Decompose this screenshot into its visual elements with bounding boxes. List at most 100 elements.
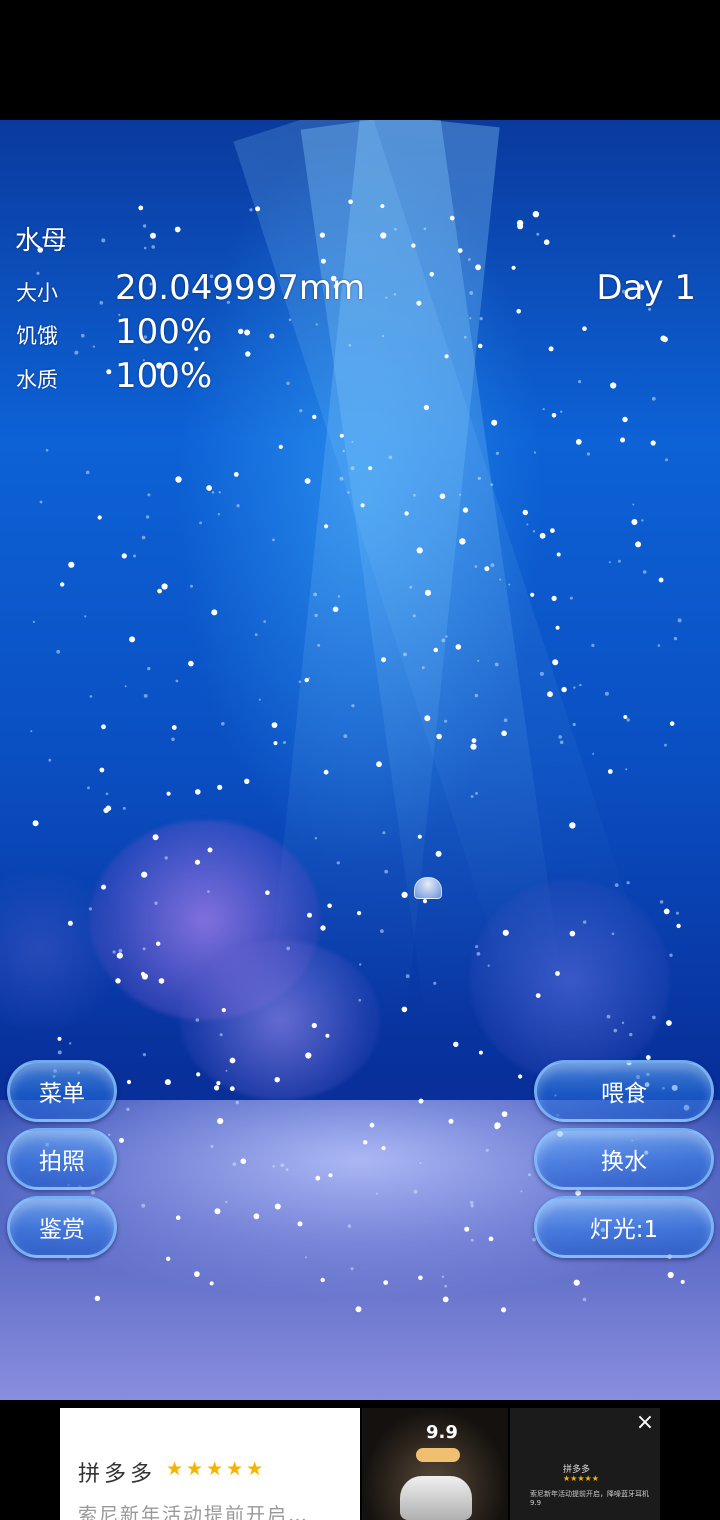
hunger-label: 饥饿 — [16, 324, 58, 348]
bubble-particle — [659, 900, 664, 904]
coral-right — [470, 880, 670, 1080]
bubble-particle — [147, 493, 151, 497]
bubble-particle — [625, 768, 628, 771]
bubble-particle — [69, 1042, 72, 1045]
bubble-particle — [532, 211, 540, 218]
menu-button[interactable]: 菜单 — [7, 1060, 117, 1122]
bubble-particle — [658, 577, 664, 583]
bubble-particle — [516, 309, 521, 314]
aquarium-scene[interactable]: 水母 大小 20.049997mm 饥饿 100% 水质 100% Day 1 … — [0, 120, 720, 1400]
bubble-particle — [85, 470, 90, 475]
bubble-particle — [312, 414, 317, 420]
bubble-particle — [99, 767, 105, 773]
bubble-particle — [271, 722, 278, 728]
ad-side-stars: ★★★★★ — [563, 1474, 599, 1483]
bubble-particle — [676, 911, 679, 915]
bubble-particle — [518, 1074, 523, 1079]
photo-button[interactable]: 拍照 — [7, 1128, 117, 1190]
bubble-particle — [663, 908, 670, 915]
bubble-particle — [138, 205, 144, 211]
bubble-particle — [151, 245, 155, 249]
bubble-particle — [304, 478, 311, 484]
bubble-particle — [141, 535, 146, 540]
bubble-particle — [552, 659, 559, 666]
bubble-particle — [626, 881, 630, 885]
bubble-particle — [530, 592, 535, 597]
change-water-button[interactable]: 换水 — [534, 1128, 714, 1190]
bubble-particle — [48, 758, 52, 762]
bubble-particle — [551, 413, 557, 418]
bubble-particle — [517, 223, 524, 230]
bubble-particle — [548, 346, 554, 352]
jellyfish[interactable] — [414, 877, 442, 899]
bubble-particle — [87, 786, 90, 790]
bubble-particle — [550, 528, 555, 533]
ad-product-image[interactable]: 9.9 — [362, 1408, 508, 1520]
ad-card[interactable]: 拼多多 ★★★★★ 索尼新年活动提前开启… — [60, 1408, 360, 1520]
bubble-particle — [190, 584, 193, 588]
ad-description: 索尼新年活动提前开启… — [78, 1504, 310, 1520]
size-value: 20.049997mm — [115, 268, 366, 308]
bubble-particle — [92, 345, 95, 348]
bubble-particle — [635, 541, 642, 548]
bubble-particle — [542, 408, 545, 411]
bubble-particle — [286, 381, 290, 385]
hunger-value: 100% — [115, 312, 213, 352]
bubble-particle — [121, 553, 127, 559]
close-icon[interactable]: × — [632, 1410, 658, 1436]
bubble-particle — [650, 440, 656, 446]
bubble-particle — [572, 722, 576, 727]
water-quality-value: 100% — [115, 356, 213, 396]
bubble-particle — [561, 686, 567, 693]
bubble-particle — [511, 265, 516, 270]
bubble-particle — [278, 444, 283, 449]
light-button[interactable]: 灯光:1 — [534, 1196, 714, 1258]
bubble-particle — [642, 570, 647, 574]
bubble-particle — [166, 791, 171, 796]
bubble-particle — [532, 530, 536, 533]
ad-buy-pill — [416, 1448, 460, 1462]
bubble-particle — [195, 789, 201, 795]
bubble-particle — [233, 472, 239, 477]
appreciate-button[interactable]: 鉴赏 — [7, 1196, 117, 1258]
bubble-particle — [68, 561, 75, 568]
bubble-particle — [641, 519, 644, 522]
bubble-particle — [133, 554, 136, 558]
bubble-particle — [620, 437, 626, 443]
bubble-particle — [269, 333, 275, 339]
bubble-particle — [150, 232, 156, 239]
bubble-particle — [665, 458, 668, 462]
bubble-particle — [579, 683, 582, 687]
bubble-particle — [591, 643, 595, 648]
bubble-particle — [622, 416, 628, 423]
bubble-particle — [74, 350, 79, 355]
bubble-particle — [660, 335, 667, 342]
bubble-particle — [101, 238, 106, 243]
bubble-particle — [516, 219, 524, 227]
feed-button[interactable]: 喂食 — [534, 1060, 714, 1122]
bubble-particle — [97, 515, 102, 520]
bubble-particle — [129, 636, 136, 643]
status-bar — [0, 0, 720, 120]
ad-banner[interactable]: 拼多多 ★★★★★ 索尼新年活动提前开启… 9.9 拼多多 ★★★★★ 索尼新年… — [0, 1400, 720, 1520]
bubble-particle — [238, 328, 244, 335]
bubble-particle — [657, 644, 661, 647]
bubble-particle — [199, 521, 203, 525]
bubble-particle — [254, 633, 258, 637]
ad-side-text: 索尼新年活动提前开启，降噪蓝牙耳机9.9 — [530, 1490, 649, 1507]
bubble-particle — [103, 807, 109, 814]
bubble-particle — [453, 1041, 459, 1047]
bubble-particle — [543, 239, 550, 245]
bubble-particle — [30, 730, 33, 733]
bubble-particle — [648, 307, 652, 311]
bubble-particle — [84, 615, 87, 618]
bubble-particle — [551, 595, 557, 601]
bubble-particle — [145, 515, 150, 519]
bubble-particle — [651, 396, 656, 401]
bubble-particle — [217, 784, 223, 790]
bubble-particle — [495, 451, 499, 455]
ad-title: 拼多多 — [78, 1462, 157, 1487]
bubble-particle — [610, 382, 617, 389]
ad-price: 9.9 — [426, 1422, 458, 1443]
bubble-particle — [522, 509, 528, 516]
